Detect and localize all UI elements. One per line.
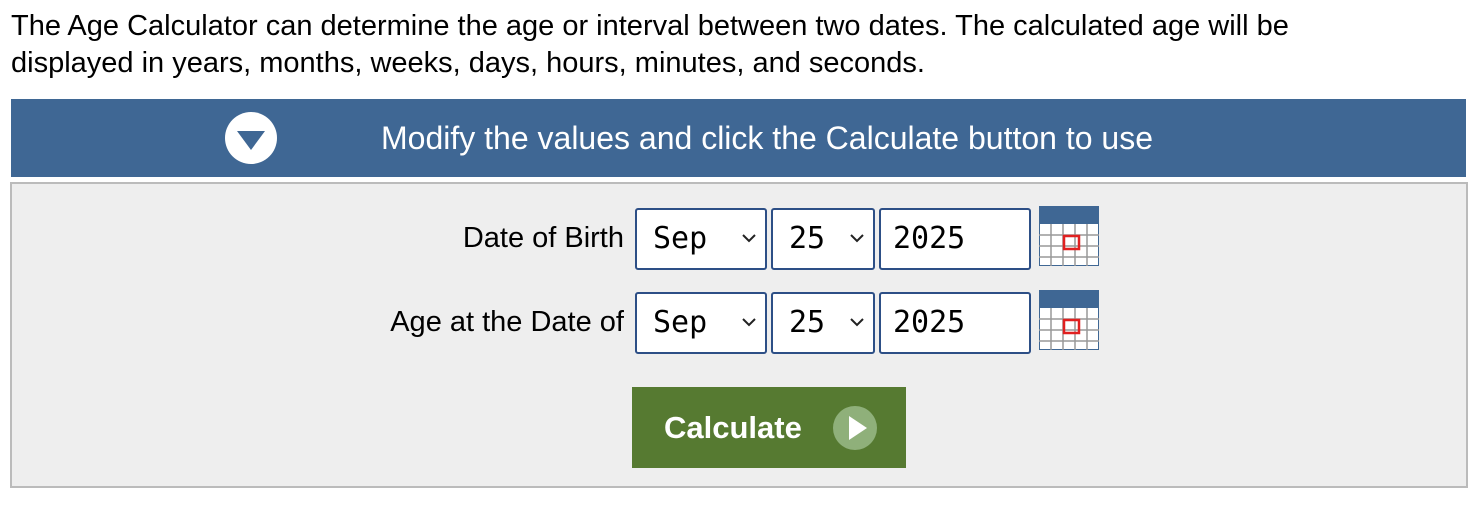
calculate-button[interactable]: Calculate bbox=[632, 387, 906, 468]
age-month-select[interactable]: Sep bbox=[635, 292, 767, 354]
age-at-date-label: Age at the Date of bbox=[390, 306, 624, 338]
intro-line-2: displayed in years, months, weeks, days,… bbox=[11, 47, 925, 79]
calculate-button-label: Calculate bbox=[664, 410, 802, 445]
birth-month-value: Sep bbox=[653, 221, 708, 256]
chevron-down-icon bbox=[742, 318, 756, 327]
calculator-panel: Date of Birth Sep 25 2025 Age at the Dat… bbox=[10, 182, 1468, 488]
chevron-down-circle-icon[interactable] bbox=[224, 111, 278, 165]
chevron-down-icon bbox=[850, 234, 864, 243]
age-month-value: Sep bbox=[653, 305, 708, 340]
play-circle-icon bbox=[833, 406, 877, 450]
intro-text: The Age Calculator can determine the age… bbox=[11, 8, 1461, 82]
birth-year-input[interactable]: 2025 bbox=[879, 208, 1031, 270]
age-day-value: 25 bbox=[789, 305, 826, 340]
birth-day-value: 25 bbox=[789, 221, 826, 256]
header-title: Modify the values and click the Calculat… bbox=[381, 120, 1153, 156]
birth-year-value: 2025 bbox=[893, 221, 966, 256]
chevron-down-icon bbox=[850, 318, 864, 327]
age-day-select[interactable]: 25 bbox=[771, 292, 875, 354]
intro-line-1: The Age Calculator can determine the age… bbox=[11, 10, 1289, 42]
birth-day-select[interactable]: 25 bbox=[771, 208, 875, 270]
calendar-icon[interactable] bbox=[1039, 206, 1099, 266]
age-year-input[interactable]: 2025 bbox=[879, 292, 1031, 354]
age-year-value: 2025 bbox=[893, 305, 966, 340]
calendar-icon[interactable] bbox=[1039, 290, 1099, 350]
calculator-header[interactable]: Modify the values and click the Calculat… bbox=[11, 99, 1466, 177]
birth-month-select[interactable]: Sep bbox=[635, 208, 767, 270]
chevron-down-icon bbox=[742, 234, 756, 243]
date-of-birth-label: Date of Birth bbox=[462, 222, 624, 254]
